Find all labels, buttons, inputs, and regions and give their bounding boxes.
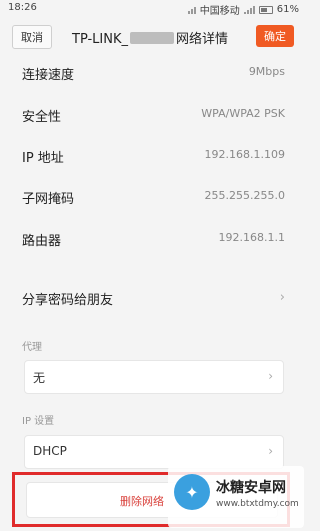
signal-icon	[187, 6, 196, 14]
confirm-button[interactable]: 确定	[256, 25, 294, 47]
detail-label: 安全性	[22, 110, 62, 125]
detail-value: WPA/WPA2 PSK	[201, 107, 285, 120]
ip-settings-select[interactable]: DHCP ›	[24, 435, 284, 469]
ip-settings-section-label: IP 设置	[22, 416, 55, 427]
signal-bars-icon	[243, 5, 255, 14]
watermark: ✦ 冰糖安卓网 www.btxtdmy.com	[168, 466, 304, 528]
share-password-row[interactable]: 分享密码给朋友 ›	[0, 278, 305, 316]
page-title: TP-LINK_ 网络详情	[72, 28, 228, 47]
watermark-title: 冰糖安卓网	[216, 480, 286, 496]
detail-label: IP 地址	[22, 151, 64, 166]
chevron-right-icon: ›	[268, 369, 273, 383]
battery-icon	[258, 5, 273, 14]
detail-label: 连接速度	[22, 68, 75, 83]
cancel-button[interactable]: 取消	[12, 25, 52, 49]
detail-row-ip: IP 地址 192.168.1.109	[0, 136, 305, 174]
status-bar: 18:26 中国移动 61%	[0, 0, 305, 17]
title-suffix: 网络详情	[176, 32, 229, 47]
detail-value: 192.168.1.109	[204, 148, 285, 161]
chevron-right-icon: ›	[268, 444, 273, 458]
detail-value: 9Mbps	[248, 65, 285, 78]
watermark-url: www.btxtdmy.com	[216, 499, 299, 509]
carrier-label: 中国移动	[199, 6, 240, 17]
ip-settings-value: DHCP	[33, 444, 67, 458]
detail-row-subnet: 子网掩码 255.255.255.0	[0, 177, 305, 215]
proxy-select[interactable]: 无 ›	[24, 360, 284, 394]
detail-row-security: 安全性 WPA/WPA2 PSK	[0, 95, 305, 133]
header-bar: 取消 TP-LINK_ 网络详情 确定	[0, 16, 305, 56]
status-time: 18:26	[8, 2, 37, 13]
title-prefix: TP-LINK_	[72, 32, 129, 47]
detail-row-router: 路由器 192.168.1.1	[0, 219, 305, 257]
chevron-right-icon: ›	[279, 290, 285, 305]
status-right: 中国移动 61%	[187, 2, 299, 17]
battery-percent: 61%	[276, 4, 299, 15]
share-password-label: 分享密码给朋友	[22, 293, 114, 308]
proxy-section-label: 代理	[22, 342, 42, 353]
detail-row-speed: 连接速度 9Mbps	[0, 53, 305, 91]
watermark-logo-icon: ✦	[174, 474, 210, 510]
detail-value: 255.255.255.0	[204, 189, 285, 202]
proxy-value: 无	[33, 371, 46, 385]
detail-label: 子网掩码	[22, 192, 75, 207]
ssid-redacted	[130, 32, 175, 44]
detail-label: 路由器	[22, 234, 62, 249]
detail-value: 192.168.1.1	[218, 231, 285, 244]
